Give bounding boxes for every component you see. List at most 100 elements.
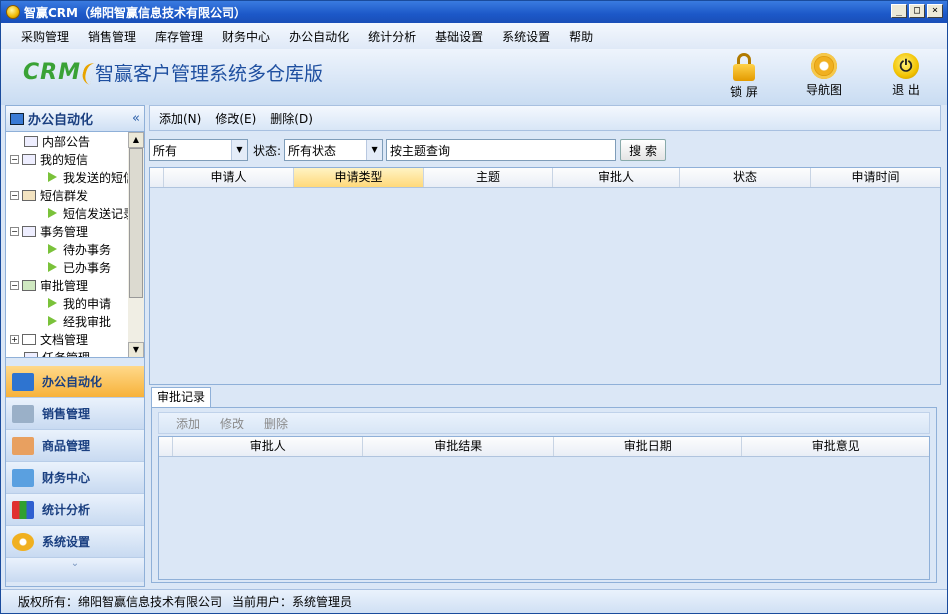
column-header-status[interactable]: 状态	[680, 168, 811, 187]
edit-button[interactable]: 修改(E)	[215, 110, 256, 127]
menu-base-settings[interactable]: 基础设置	[427, 28, 491, 45]
row-indicator-header	[159, 437, 173, 456]
column-header-approver[interactable]: 审批人	[173, 437, 364, 456]
tree-item-approval[interactable]: − 审批管理	[10, 276, 88, 294]
tree-item-todo[interactable]: 待办事务	[48, 240, 111, 258]
window-title: 智赢CRM（绵阳智赢信息技术有限公司）	[24, 5, 246, 20]
request-grid: 申请人 申请类型 主题 审批人 状态 申请时间	[149, 167, 941, 385]
nav-finance[interactable]: 财务中心	[6, 462, 144, 494]
tree-item-done[interactable]: 已办事务	[48, 258, 111, 276]
tree-item-my-requests[interactable]: 我的申请	[48, 294, 111, 312]
title-bar[interactable]: 智赢CRM（绵阳智赢信息技术有限公司） _ □ ×	[1, 1, 947, 23]
menu-office[interactable]: 办公自动化	[281, 28, 357, 45]
column-header-date[interactable]: 审批日期	[554, 437, 743, 456]
column-header-result[interactable]: 审批结果	[363, 437, 554, 456]
approval-grid-header: 审批人 审批结果 审批日期 审批意见	[159, 437, 929, 457]
delete-button[interactable]: 删除(D)	[270, 110, 313, 127]
column-header-approver[interactable]: 审批人	[553, 168, 680, 187]
status-select[interactable]: 所有状态 ▼	[284, 139, 384, 161]
envelope-icon	[22, 153, 36, 165]
collapse-node-icon[interactable]: −	[10, 226, 19, 236]
collapse-node-icon[interactable]: −	[10, 280, 19, 290]
approval-icon	[22, 279, 36, 291]
logo: CRM 智赢客户管理系统多仓库版	[23, 59, 323, 86]
header-banner: CRM 智赢客户管理系统多仓库版 锁 屏 导航图 ⏻ 退 出	[1, 49, 947, 105]
column-header-request-time[interactable]: 申请时间	[811, 168, 940, 187]
collapse-node-icon[interactable]: −	[10, 190, 19, 200]
tree-item-group-sms[interactable]: − 短信群发	[10, 186, 88, 204]
approval-grid: 审批人 审批结果 审批日期 审批意见	[158, 436, 930, 580]
status-bar: 版权所有：绵阳智赢信息技术有限公司 当前用户：系统管理员	[1, 589, 947, 613]
exit-button[interactable]: ⏻ 退 出	[881, 53, 931, 98]
menu-system-settings[interactable]: 系统设置	[494, 28, 558, 45]
tree-item-sent-sms[interactable]: 我发送的短信	[48, 168, 135, 186]
column-header-opinion[interactable]: 审批意见	[742, 437, 929, 456]
approval-add-button[interactable]: 添加	[176, 415, 200, 432]
menu-help[interactable]: 帮助	[561, 28, 601, 45]
arrow-icon	[48, 244, 57, 254]
navigation-map-label: 导航图	[805, 83, 842, 97]
tree-scrollbar[interactable]: ▲ ▼	[128, 132, 144, 357]
menu-bar: 采购管理 销售管理 库存管理 财务中心 办公自动化 统计分析 基础设置 系统设置…	[1, 23, 947, 49]
navigation-map-button[interactable]: 导航图	[799, 53, 849, 98]
subject-query-input[interactable]: 按主题查询	[386, 139, 617, 161]
search-button[interactable]: 搜 索	[620, 139, 667, 161]
nav-more-icon[interactable]: ⌄	[6, 558, 144, 582]
column-header-applicant[interactable]: 申请人	[164, 168, 294, 187]
app-window: 智赢CRM（绵阳智赢信息技术有限公司） _ □ × 采购管理 销售管理 库存管理…	[0, 0, 948, 614]
document-icon	[24, 135, 38, 147]
arrow-icon	[48, 298, 57, 308]
menu-finance[interactable]: 财务中心	[214, 28, 278, 45]
edit-icon	[12, 436, 34, 455]
nav-products[interactable]: 商品管理	[6, 430, 144, 462]
monitor-icon	[10, 112, 24, 125]
tree-item-documents[interactable]: + 文档管理	[10, 330, 88, 348]
minimize-button[interactable]: _	[891, 4, 907, 18]
tree-item-affairs[interactable]: − 事务管理	[10, 222, 88, 240]
nav-sales[interactable]: 销售管理	[6, 398, 144, 430]
column-header-subject[interactable]: 主题	[424, 168, 553, 187]
nav-system-settings[interactable]: 系统设置	[6, 526, 144, 558]
menu-purchase[interactable]: 采购管理	[13, 28, 77, 45]
dropdown-arrow-icon[interactable]: ▼	[231, 140, 247, 160]
column-header-request-type[interactable]: 申请类型	[294, 168, 424, 187]
add-button[interactable]: 添加(N)	[159, 110, 201, 127]
collapse-node-icon[interactable]: −	[10, 154, 19, 164]
menu-inventory[interactable]: 库存管理	[147, 28, 211, 45]
scroll-up-icon[interactable]: ▲	[128, 132, 144, 148]
file-icon	[22, 333, 36, 345]
maximize-button[interactable]: □	[909, 4, 925, 18]
tree-item-my-approvals[interactable]: 经我审批	[48, 312, 111, 330]
close-button[interactable]: ×	[927, 4, 943, 18]
scroll-thumb[interactable]	[129, 148, 143, 298]
tab-approval-records[interactable]: 审批记录	[151, 387, 212, 407]
nav-office[interactable]: 办公自动化	[6, 366, 144, 398]
dropdown-arrow-icon[interactable]: ▼	[366, 140, 383, 160]
panel-splitter[interactable]	[6, 358, 144, 366]
bar-chart-icon	[12, 500, 34, 519]
collapse-icon[interactable]: «	[132, 111, 140, 126]
tree-item-sms-log[interactable]: 短信发送记录	[48, 204, 135, 222]
approval-records-panel: 添加 修改 删除 审批人 审批结果 审批日期 审批意见	[151, 407, 937, 583]
left-panel-header: 办公自动化 «	[6, 106, 144, 132]
left-panel: 办公自动化 « 内部公告 − 我的短信 我发送的短信 − 短信群发 短信发送记录 −…	[5, 105, 145, 587]
tree-item-tasks[interactable]: 任务管理	[24, 348, 90, 357]
approval-edit-button[interactable]: 修改	[220, 415, 244, 432]
request-grid-header: 申请人 申请类型 主题 审批人 状态 申请时间	[150, 168, 940, 188]
scroll-down-icon[interactable]: ▼	[128, 342, 144, 357]
nav-statistics[interactable]: 统计分析	[6, 494, 144, 526]
gear-icon	[12, 532, 34, 551]
approval-delete-button[interactable]: 删除	[264, 415, 288, 432]
row-indicator-header	[150, 168, 164, 187]
menu-statistics[interactable]: 统计分析	[360, 28, 424, 45]
expand-node-icon[interactable]: +	[10, 334, 19, 344]
power-icon: ⏻	[893, 53, 919, 79]
type-select[interactable]: 所有 ▼	[149, 139, 248, 161]
calendar-icon	[22, 225, 36, 237]
app-icon	[6, 5, 20, 19]
tree-item-my-sms[interactable]: − 我的短信	[10, 150, 88, 168]
menu-sales[interactable]: 销售管理	[80, 28, 144, 45]
lock-screen-button[interactable]: 锁 屏	[719, 53, 769, 100]
gear-icon	[811, 53, 837, 79]
tree-item-announcement[interactable]: 内部公告	[24, 132, 90, 150]
